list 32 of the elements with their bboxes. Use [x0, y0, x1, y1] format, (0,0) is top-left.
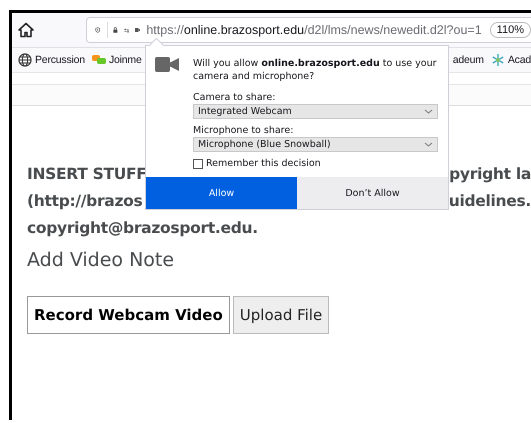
permission-button[interactable]: Allow	[146, 177, 297, 209]
microphone-dropdown[interactable]: Microphone (Blue Snowball)	[193, 137, 438, 152]
chat-bubbles-icon	[92, 55, 106, 65]
zoom-level-badge[interactable]: 110%	[490, 22, 531, 38]
notice-text: INSERT STUFF	[27, 164, 147, 185]
video-source-tab[interactable]: Upload File	[232, 296, 330, 334]
bookmark-item[interactable]: Joinme	[92, 54, 142, 66]
chevron-down-icon	[424, 142, 433, 148]
permission-button[interactable]: Don’t Allow	[297, 177, 448, 209]
camera-icon	[134, 25, 140, 35]
bookmark-item[interactable]: adeum	[452, 54, 484, 66]
url-text: https://online.brazosport.edu/d2l/lms/news/newedit.d2l?ou=1	[146, 23, 482, 37]
snowflake-icon	[490, 53, 505, 67]
camera-icon	[155, 57, 179, 72]
notice-text: copyright@brazosport.edu.	[27, 218, 258, 239]
checkbox-label: Remember this decision	[206, 158, 321, 169]
globe-icon	[18, 53, 32, 67]
camera-label: Camera to share:	[193, 92, 276, 103]
notice-text: (http://brazos	[27, 191, 142, 212]
bookmark-item[interactable]: Acad	[490, 53, 531, 67]
remember-checkbox[interactable]	[193, 158, 203, 168]
home-icon[interactable]	[18, 22, 34, 38]
section-heading: Add Video Note	[27, 248, 176, 273]
video-source-tab[interactable]: Record Webcam Video	[27, 296, 230, 334]
permission-message: Will you allow online.brazosport.edu to use your camera and microphone?	[193, 57, 438, 83]
camera-dropdown[interactable]: Integrated Webcam	[193, 104, 438, 119]
notice-text: uidelines.	[448, 191, 531, 212]
address-bar[interactable]: https://online.brazosport.edu/d2l/lms/news/newedit.d2l?ou=1 110%	[86, 17, 531, 43]
notice-text: pyright la	[449, 164, 531, 185]
microphone-label: Microphone to share:	[193, 125, 294, 136]
bookmark-item[interactable]: Percussion	[18, 53, 85, 67]
chevron-down-icon	[424, 108, 433, 114]
